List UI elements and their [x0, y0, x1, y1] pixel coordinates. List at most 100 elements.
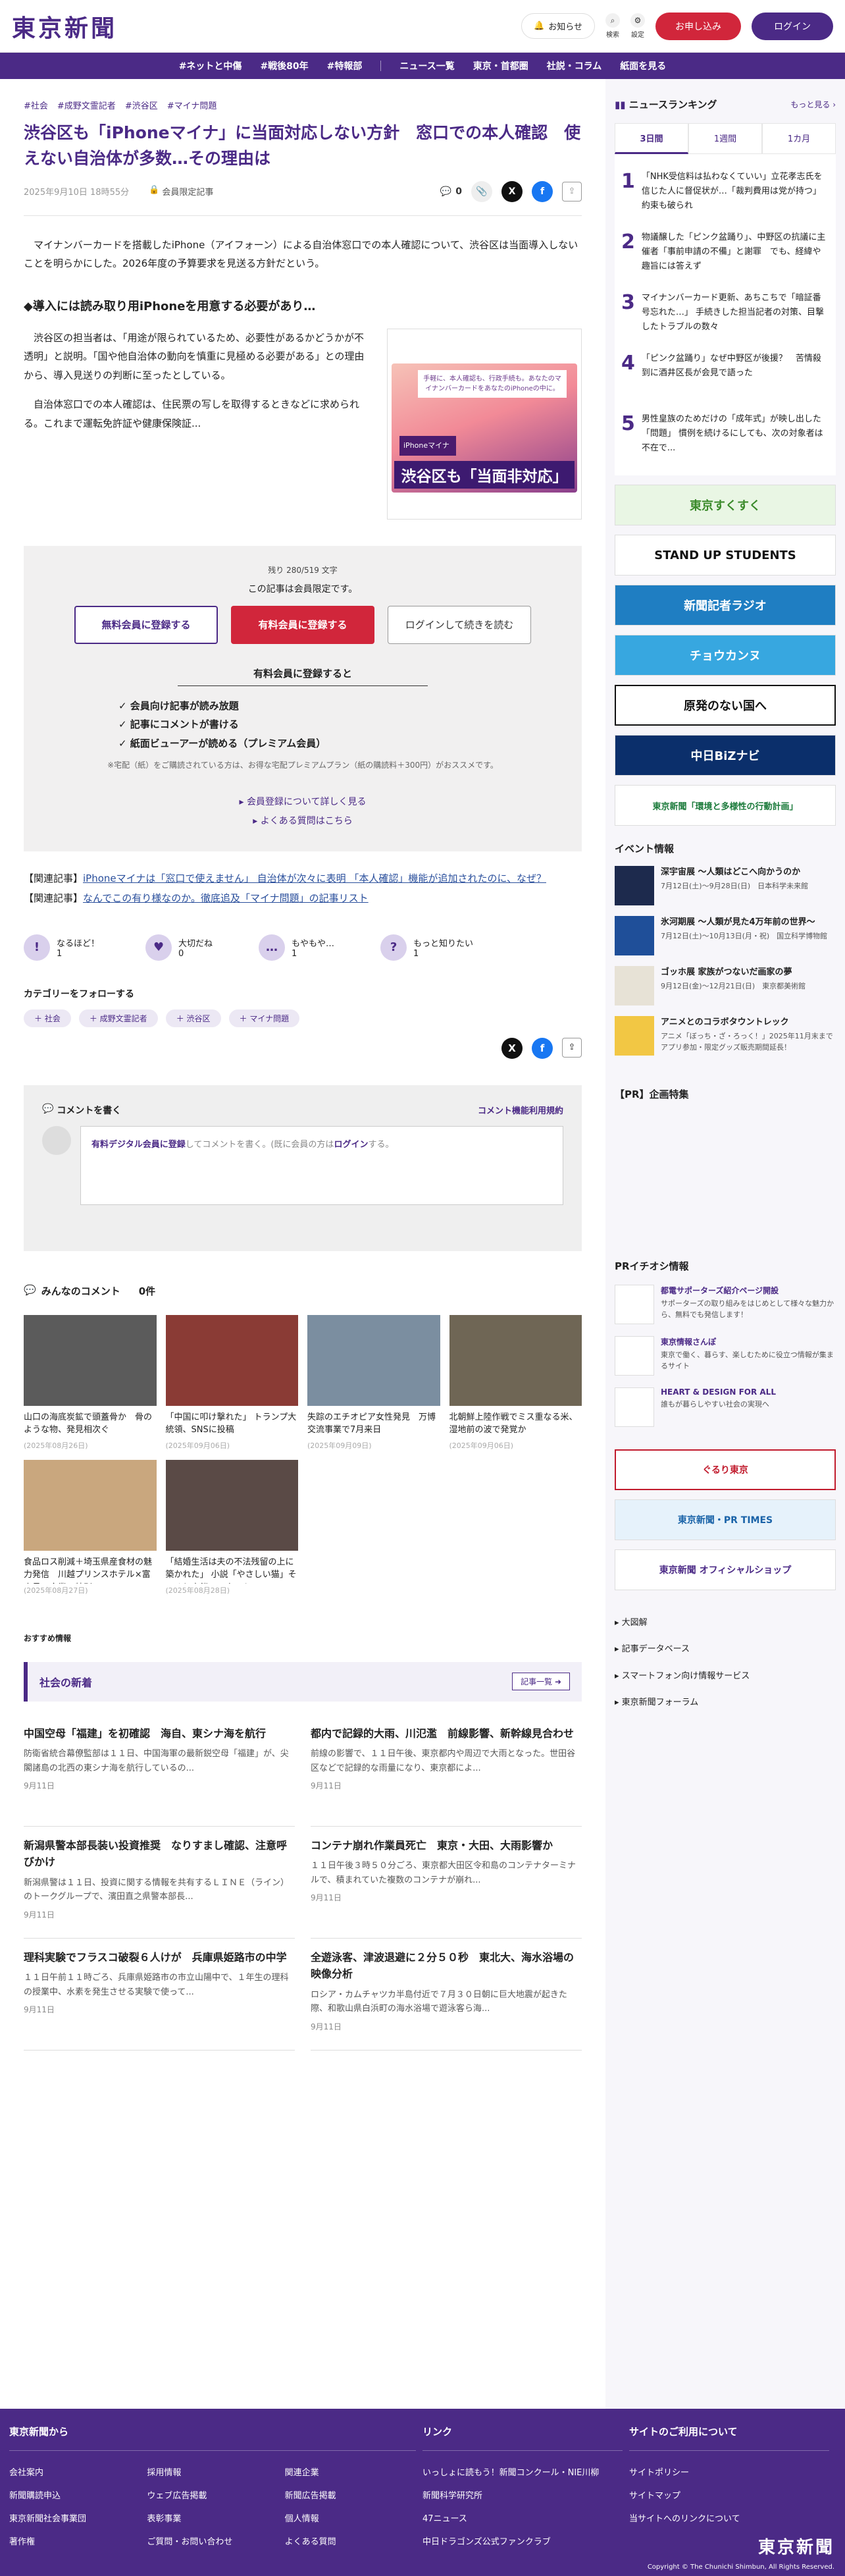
news-item[interactable]: コンテナ崩れ作業員死亡 東京・大田、大雨影響か １１日午後３時５０分ごろ、東京都大…: [311, 1827, 582, 1939]
follow-tag[interactable]: ＋ 渋谷区: [165, 1009, 221, 1027]
ranking-item[interactable]: 1 「NHK受信料は払わなくていい」立花孝志氏を信じた人に督促状が…「裁判費用は党…: [621, 163, 829, 224]
comment-rules-link[interactable]: コメント機能利用規約: [478, 1104, 563, 1117]
side-link[interactable]: ▸ 東京新聞フォーラム: [615, 1690, 836, 1716]
comment-login-link[interactable]: ログイン: [334, 1140, 368, 1150]
footer-link[interactable]: 新聞広告掲載: [285, 2484, 423, 2508]
photo-news-card[interactable]: 「結婚生活は夫の不法残留の上に築かれた」 小説「やさしい猫」そっくり実態、二審で…: [165, 1459, 298, 1596]
footer-link[interactable]: 表彰事業: [147, 2508, 284, 2531]
nav-item[interactable]: #ネットと中傷: [179, 59, 242, 72]
related-link[interactable]: iPhoneマイナは「窓口で使えません」 自治体が次々に表明 「本人確認」機能が…: [83, 872, 546, 884]
article-figure[interactable]: 手軽に、本人確認も、行政手続も。あなたのマイナンバーカードをあなたのiPhone…: [387, 328, 582, 520]
membership-info-link[interactable]: ▸ 会員登録について詳しく見る: [24, 793, 582, 812]
share-icon[interactable]: ⇪: [562, 181, 582, 201]
share-icon[interactable]: ⇪: [562, 1037, 582, 1058]
ranking-item[interactable]: 2 物議醸した「ピンク盆踊り」、中野区の抗議に主催者「事前申請の不備」と謝罪 でも…: [621, 224, 829, 284]
tag-link[interactable]: #社会: [24, 99, 48, 111]
search-button[interactable]: ⌕ 検索: [605, 13, 620, 39]
side-banner[interactable]: 新聞記者ラジオ: [615, 585, 836, 626]
side-link[interactable]: ▸ 記事データベース: [615, 1636, 836, 1663]
reaction-button[interactable]: … もやもや… 1: [259, 934, 334, 961]
faq-link[interactable]: ▸ よくある質問はこちら: [24, 812, 582, 831]
tab-1month[interactable]: 1カ月: [762, 123, 836, 154]
ranking-item[interactable]: 3 マイナンバーカード更新、あちこちで「暗証番号忘れた…」 手続きした担当記者の対…: [621, 284, 829, 345]
side-banner[interactable]: ぐるり東京: [615, 1449, 836, 1490]
side-banner[interactable]: 東京新聞・PR TIMES: [615, 1499, 836, 1540]
ranking-more-link[interactable]: もっと見る ›: [790, 99, 836, 110]
news-item[interactable]: 都内で記録的大雨、川氾濫 前線影響、新幹線見合わせ 前線の影響で、１１日午後、東京…: [311, 1715, 582, 1827]
related-link[interactable]: なんでこの有り様なのか。徹底追及「マイナ問題」の記事リスト: [83, 892, 369, 904]
footer-logo[interactable]: 東京新聞: [758, 2534, 834, 2558]
event-item[interactable]: 氷河期展 ～人類が見た4万年前の世界～ 7月12日(土)～10月13日(月・祝) …: [615, 916, 836, 955]
footer-link[interactable]: ウェブ広告掲載: [147, 2484, 284, 2508]
nav-item[interactable]: 東京・首都圏: [473, 59, 528, 72]
footer-link[interactable]: 47ニュース: [423, 2508, 629, 2531]
tag-link[interactable]: #マイナ問題: [167, 99, 217, 111]
footer-link[interactable]: 関連企業: [285, 2461, 423, 2484]
event-item[interactable]: 深宇宙展 ～人類はどこへ向かうのか 7月12日(土)～9月28日(日) 日本科学未…: [615, 866, 836, 905]
settings-button[interactable]: ⚙ 設定: [630, 13, 645, 39]
nav-item[interactable]: ニュース一覧: [399, 59, 454, 72]
side-banner[interactable]: チョウカンヌ: [615, 635, 836, 676]
site-logo[interactable]: 東京新聞: [12, 9, 117, 43]
footer-link[interactable]: 個人情報: [285, 2508, 423, 2531]
tag-link[interactable]: #成野文霊記者: [57, 99, 116, 111]
side-banner[interactable]: 原発のない国へ: [615, 685, 836, 726]
event-item[interactable]: ゴッホ展 家族がつないだ画家の夢 9月12日(金)～12月21日(日) 東京都美術…: [615, 966, 836, 1006]
tab-1week[interactable]: 1週間: [688, 123, 762, 154]
reaction-button[interactable]: ? もっと知りたい 1: [380, 934, 473, 961]
footer-link[interactable]: 会社案内: [9, 2461, 147, 2484]
side-banner[interactable]: 東京新聞「環境と多様性の行動計画」: [615, 785, 836, 826]
footer-link[interactable]: 中日ドラゴンズ公式ファンクラブ: [423, 2531, 629, 2554]
footer-link[interactable]: 著作権: [9, 2531, 147, 2554]
reaction-button[interactable]: ♥ 大切だね 0: [145, 934, 213, 961]
paid-register-button[interactable]: 有料会員に登録する: [231, 605, 374, 644]
register-link[interactable]: 有料デジタル会員に登録: [91, 1140, 186, 1150]
comment-input[interactable]: 有料デジタル会員に登録してコメントを書く。(既に会員の方はログインする。: [80, 1125, 563, 1205]
footer-link[interactable]: 採用情報: [147, 2461, 284, 2484]
facebook-share-icon[interactable]: f: [532, 180, 553, 202]
follow-tag[interactable]: ＋ 成野文霊記者: [78, 1009, 158, 1027]
side-banner[interactable]: 東京すくすく: [615, 485, 836, 525]
login-continue-button[interactable]: ログインして続きを読む: [388, 605, 531, 644]
side-banner[interactable]: STAND UP STUDENTS: [615, 535, 836, 576]
x-share-icon[interactable]: X: [501, 1037, 523, 1059]
ranking-item[interactable]: 5 男性皇族のためだけの「成年式」が映し出した「問題」 慣例を続けるにしても、次の…: [621, 406, 829, 466]
footer-link[interactable]: 新聞科学研究所: [423, 2484, 629, 2508]
news-item[interactable]: 全遊泳客、津波退避に２分５０秒 東北大、海水浴場の映像分析 ロシア・カムチャツカ半…: [311, 1939, 582, 2051]
nav-item[interactable]: 社説・コラム: [547, 59, 602, 72]
nav-item[interactable]: #特報部: [327, 59, 363, 72]
x-share-icon[interactable]: X: [501, 180, 523, 202]
tab-3days[interactable]: 3日間: [615, 123, 688, 154]
side-link[interactable]: ▸ スマートフォン向け情報サービス: [615, 1663, 836, 1690]
photo-news-card[interactable]: 食品ロス削減＋埼玉県産食材の魅力発信 川越プリンスホテル×富士見の企業、特別メニ…: [24, 1459, 157, 1596]
pr-item[interactable]: 都電サポーターズ紹介ページ開設 サポーターズの取り組みをはじめとして様々な魅力から…: [615, 1285, 836, 1324]
apply-button[interactable]: お申し込み: [655, 12, 741, 40]
follow-tag[interactable]: ＋ マイナ問題: [228, 1009, 300, 1027]
footer-link[interactable]: いっしょに読もう！新聞コンクール・NIE川柳: [423, 2461, 629, 2484]
side-banner[interactable]: 東京新聞 オフィシャルショップ: [615, 1549, 836, 1590]
pr-item[interactable]: 東京情報さんぽ 東京で働く、暮らす、楽しむために役立つ情報が集まるサイト: [615, 1336, 836, 1376]
clip-icon[interactable]: 📎: [471, 180, 492, 202]
side-banner[interactable]: 中日BiZナビ: [615, 735, 836, 776]
login-button[interactable]: ログイン: [752, 12, 833, 40]
ranking-item[interactable]: 4 「ピンク盆踊り」なぜ中野区が後援？ 苦情殺到に酒井区長が会見で語った: [621, 345, 829, 406]
footer-link[interactable]: ご質問・お問い合わせ: [147, 2531, 284, 2554]
follow-tag[interactable]: ＋ 社会: [24, 1009, 71, 1027]
facebook-share-icon[interactable]: f: [532, 1037, 553, 1059]
side-link[interactable]: ▸ 大図解: [615, 1610, 836, 1636]
comment-count-button[interactable]: 💬 0: [440, 186, 462, 197]
notice-button[interactable]: 🔔 お知らせ: [521, 13, 595, 39]
nav-item[interactable]: #戦後80年: [260, 59, 308, 72]
footer-link[interactable]: サイトポリシー: [629, 2461, 836, 2484]
photo-news-card[interactable]: 山口の海底炭鉱で頭蓋骨か 骨のような物、発見相次ぐ (2025年08月26日): [24, 1314, 157, 1451]
footer-link[interactable]: サイトマップ: [629, 2484, 836, 2508]
photo-news-card[interactable]: 失踪のエチオピア女性発見 万博交流事業で7月来日 (2025年09月09日): [307, 1314, 440, 1451]
tag-link[interactable]: #渋谷区: [125, 99, 158, 111]
footer-link[interactable]: よくある質問: [285, 2531, 423, 2554]
photo-news-card[interactable]: 北朝鮮上陸作戦でミス重なる米、湿地前の波で発覚か (2025年09月06日): [449, 1314, 582, 1451]
footer-link[interactable]: 東京新聞社会事業団: [9, 2508, 147, 2531]
reaction-button[interactable]: ! なるほど！ 1: [24, 934, 99, 961]
pr-item[interactable]: HEART & DESIGN FOR ALL 誰もが暮らしやすい社会の実現へ: [615, 1387, 836, 1427]
news-all-link[interactable]: 記事一覧 ➜: [512, 1673, 570, 1691]
free-register-button[interactable]: 無料会員に登録する: [74, 605, 218, 644]
